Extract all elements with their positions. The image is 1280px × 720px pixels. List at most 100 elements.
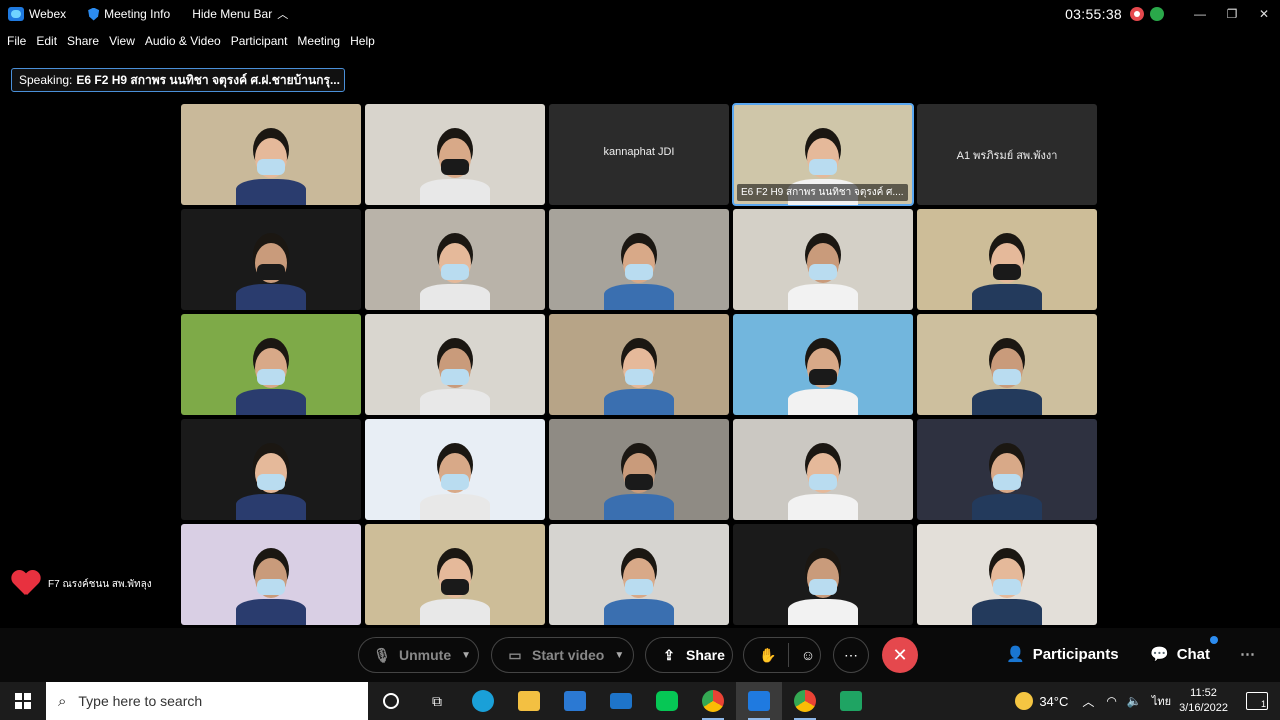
taskbar-line[interactable] — [644, 682, 690, 720]
face-mask — [441, 369, 469, 385]
start-button[interactable] — [0, 682, 46, 720]
face-mask — [441, 474, 469, 490]
participant-video-figure — [788, 599, 858, 625]
menu-help[interactable]: Help — [350, 34, 375, 48]
taskbar-store[interactable] — [552, 682, 598, 720]
participant-tile[interactable] — [365, 314, 545, 415]
face-mask — [257, 159, 285, 175]
chevron-down-icon[interactable]: ▼ — [461, 650, 471, 661]
participant-tile[interactable] — [917, 524, 1097, 625]
face-mask — [993, 474, 1021, 490]
meeting-info-button[interactable]: Meeting Info — [88, 0, 178, 28]
menu-share[interactable]: Share — [67, 34, 99, 48]
reactions-icon[interactable]: ☺ — [797, 647, 819, 663]
participant-tile[interactable] — [365, 524, 545, 625]
spreadsheet-icon — [840, 691, 862, 711]
taskbar-webex[interactable] — [736, 682, 782, 720]
hide-menu-bar-button[interactable]: Hide Menu Bar ︿ — [192, 0, 296, 28]
temperature[interactable]: 34°C — [1039, 694, 1068, 709]
taskbar-mail[interactable] — [598, 682, 644, 720]
participant-tile[interactable] — [917, 314, 1097, 415]
participant-tile[interactable] — [365, 419, 545, 520]
participant-video-figure — [788, 494, 858, 520]
face-mask — [257, 369, 285, 385]
taskbar-search-box[interactable]: ⌕ Type here to search — [46, 682, 368, 720]
participant-tile[interactable] — [365, 104, 545, 205]
participant-tile[interactable] — [549, 524, 729, 625]
participant-tile[interactable] — [549, 209, 729, 310]
participant-tile[interactable] — [733, 419, 913, 520]
close-window-button[interactable]: ✕ — [1248, 0, 1280, 28]
speaker-icon[interactable]: 🔈 — [1127, 694, 1142, 708]
menu-view[interactable]: View — [109, 34, 135, 48]
participant-tile[interactable] — [181, 209, 361, 310]
participant-tile[interactable] — [549, 419, 729, 520]
participant-tile[interactable]: kannaphat JDI — [549, 104, 729, 205]
search-icon: ⌕ — [58, 692, 67, 710]
participant-tile[interactable] — [181, 524, 361, 625]
face-mask — [809, 474, 837, 490]
webex-logo-icon — [748, 691, 770, 711]
reaction-sender: F7 ณรงค์ชนน สพ.พัทลุง — [48, 578, 152, 590]
network-stats-icon[interactable] — [1150, 7, 1164, 21]
taskbar-chrome-2[interactable] — [782, 682, 828, 720]
chat-label: Chat — [1176, 645, 1211, 663]
recording-icon[interactable] — [1130, 7, 1144, 21]
face-mask — [441, 159, 469, 175]
menu-file[interactable]: File — [7, 34, 26, 48]
face-mask — [625, 264, 653, 280]
taskbar-file-explorer[interactable] — [506, 682, 552, 720]
taskbar-clock[interactable]: 11:52 3/16/2022 — [1179, 686, 1228, 716]
notification-icon[interactable]: 1 — [1246, 692, 1268, 710]
task-view-button[interactable]: ⧉ — [414, 682, 460, 720]
chat-bubble-icon: 💬 — [1150, 646, 1169, 663]
participant-video-figure — [788, 389, 858, 415]
minimize-button[interactable]: — — [1184, 0, 1216, 28]
participant-tile[interactable] — [181, 419, 361, 520]
heart-icon — [11, 571, 39, 597]
input-language[interactable]: ไทย — [1152, 692, 1171, 710]
chevron-up-icon[interactable]: ︿ — [1082, 693, 1094, 710]
participants-button[interactable]: 👤 Participants — [1006, 645, 1119, 664]
menu-audio-video[interactable]: Audio & Video — [145, 34, 221, 48]
participant-tile[interactable] — [181, 314, 361, 415]
more-panels-button[interactable]: ⋯ — [1240, 645, 1255, 663]
participant-tile[interactable]: E6 F2 H9 สกาพร นนทิชา จตุรงค์ ศ.... — [732, 103, 914, 206]
more-options-button[interactable]: ⋯ — [833, 637, 869, 673]
webex-app-menu[interactable]: Webex — [8, 0, 74, 28]
participant-tile[interactable] — [733, 524, 913, 625]
task-view-icon: ⧉ — [432, 692, 442, 709]
participant-tile[interactable] — [181, 104, 361, 205]
chevron-down-icon[interactable]: ▼ — [614, 650, 624, 661]
taskbar-time: 11:52 — [1190, 687, 1217, 699]
chat-button[interactable]: 💬 Chat — [1150, 645, 1211, 664]
participant-tile[interactable] — [365, 209, 545, 310]
participant-tile[interactable]: A1 พรภิรมย์ สพ.พังงา — [917, 104, 1097, 205]
start-video-button[interactable]: ▭ Start video ▼ — [491, 637, 634, 673]
menu-edit[interactable]: Edit — [36, 34, 57, 48]
menu-participant[interactable]: Participant — [231, 34, 288, 48]
menu-meeting[interactable]: Meeting — [297, 34, 340, 48]
restore-button[interactable]: ❐ — [1216, 0, 1248, 28]
participant-tile[interactable] — [917, 419, 1097, 520]
raise-hand-icon[interactable]: ✋ — [756, 647, 780, 664]
cortana-circle-icon — [383, 693, 399, 709]
participant-tile[interactable] — [733, 314, 913, 415]
weather-sun-icon[interactable] — [1015, 692, 1034, 710]
cortana-button[interactable] — [368, 682, 414, 720]
taskbar-chrome-1[interactable] — [690, 682, 736, 720]
wifi-icon[interactable]: ◠ — [1106, 694, 1116, 708]
participant-tile[interactable] — [549, 314, 729, 415]
taskbar-edge[interactable] — [460, 682, 506, 720]
notification-count: 1 — [1260, 699, 1266, 709]
mail-icon — [610, 693, 632, 709]
share-button[interactable]: ⇪ Share — [645, 637, 733, 673]
face-mask — [809, 579, 837, 595]
unmute-button[interactable]: 🎙 Unmute ▼ — [358, 637, 479, 673]
participant-tile[interactable] — [917, 209, 1097, 310]
hide-menu-label: Hide Menu Bar — [192, 7, 273, 21]
chat-unread-dot — [1210, 636, 1218, 644]
taskbar-sheets[interactable] — [828, 682, 874, 720]
participant-tile[interactable] — [733, 209, 913, 310]
leave-meeting-button[interactable]: ✕ — [882, 637, 918, 673]
